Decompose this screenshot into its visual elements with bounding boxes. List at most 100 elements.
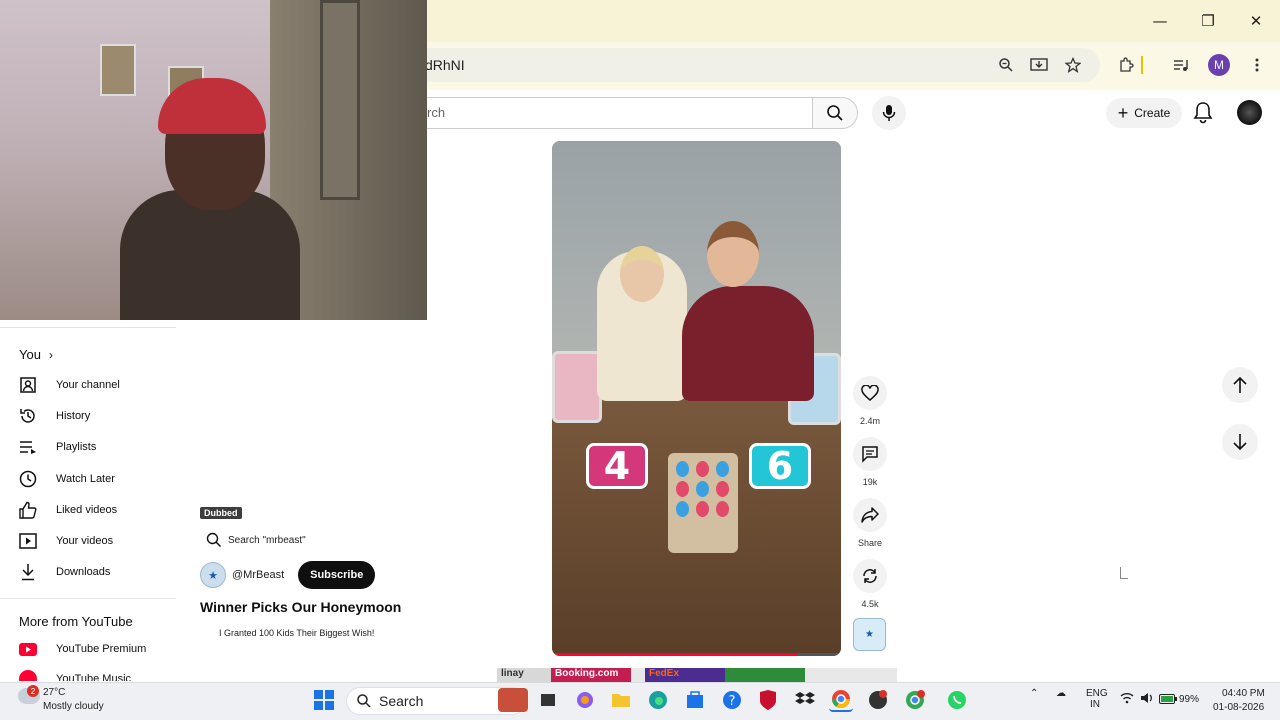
chrome-profile-icon[interactable] bbox=[903, 688, 927, 712]
sidebar-item-history[interactable]: History bbox=[0, 401, 176, 431]
channel-thumbnail[interactable]: ★ bbox=[853, 618, 886, 651]
onedrive-cloud-icon[interactable]: ☁ bbox=[1056, 688, 1066, 699]
address-bar[interactable] bbox=[380, 48, 1100, 82]
battery-icon[interactable] bbox=[1159, 694, 1177, 707]
previous-short-button[interactable] bbox=[1222, 367, 1258, 403]
sidebar-item-your-channel[interactable]: Your channel bbox=[0, 370, 176, 400]
video-person-man bbox=[682, 286, 814, 401]
restore-button[interactable]: ❐ bbox=[1194, 8, 1222, 34]
language-indicator[interactable]: ENG IN bbox=[1086, 688, 1108, 710]
create-button[interactable]: + Create bbox=[1106, 98, 1182, 128]
score-right: 6 bbox=[749, 443, 811, 489]
app-icon[interactable] bbox=[866, 688, 890, 712]
toolbar-divider bbox=[1141, 56, 1143, 74]
account-avatar[interactable] bbox=[1237, 100, 1262, 125]
clock-date[interactable]: 01-08-2026 bbox=[1213, 702, 1264, 713]
sidebar-divider bbox=[0, 327, 176, 328]
close-window-button[interactable]: ✕ bbox=[1242, 8, 1270, 34]
sidebar-you-heading[interactable]: You › bbox=[19, 347, 53, 362]
clock-time[interactable]: 04:40 PM bbox=[1222, 688, 1265, 699]
bookmark-star-icon[interactable] bbox=[1060, 52, 1086, 78]
file-explorer-icon[interactable] bbox=[609, 688, 633, 712]
weather-badge: 2 bbox=[27, 685, 39, 697]
sidebar-divider bbox=[0, 598, 176, 599]
store-icon[interactable] bbox=[683, 688, 707, 712]
sidebar-item-liked-videos[interactable]: Liked videos bbox=[0, 495, 176, 525]
sidebar-item-label: Your videos bbox=[56, 535, 114, 547]
next-short-preview[interactable]: linay Booking.com FedEx bbox=[497, 668, 897, 682]
sidebar-item-youtube-premium[interactable]: YouTube Premium bbox=[0, 634, 176, 664]
edge-icon[interactable] bbox=[646, 688, 670, 712]
egg bbox=[716, 501, 729, 517]
show-hidden-icons-chevron-icon[interactable]: ⌃ bbox=[1030, 688, 1038, 699]
comments-action[interactable]: 19k bbox=[852, 437, 888, 487]
weather-temperature[interactable]: 27°C bbox=[43, 687, 65, 698]
remix-action[interactable]: 4.5k bbox=[852, 559, 888, 609]
sidebar-item-label: YouTube Premium bbox=[56, 643, 147, 655]
comments-button[interactable] bbox=[853, 437, 887, 471]
profile-avatar[interactable]: M bbox=[1208, 54, 1230, 76]
webcam-poster bbox=[100, 44, 136, 96]
notifications-bell-icon[interactable] bbox=[1192, 100, 1214, 129]
subscribe-button[interactable]: Subscribe bbox=[298, 561, 376, 589]
share-action[interactable]: Share bbox=[852, 498, 888, 548]
search-suggestion-chip[interactable]: Search "mrbeast" bbox=[200, 529, 328, 551]
sidebar-item-your-videos[interactable]: Your videos bbox=[0, 526, 176, 556]
help-icon[interactable]: ? bbox=[720, 688, 744, 712]
egg bbox=[696, 461, 709, 477]
sidebar-item-downloads[interactable]: Downloads bbox=[0, 557, 176, 587]
search-icon bbox=[206, 532, 222, 548]
weather-condition[interactable]: Mostly cloudy bbox=[43, 701, 104, 712]
share-button[interactable] bbox=[853, 498, 887, 532]
search-button[interactable] bbox=[812, 97, 858, 129]
search-placeholder: rch bbox=[427, 105, 446, 120]
download-icon bbox=[18, 562, 38, 582]
language-code: ENG bbox=[1086, 688, 1108, 699]
windows-start-icon[interactable] bbox=[312, 688, 336, 712]
chrome-icon[interactable] bbox=[829, 688, 853, 712]
sidebar-item-youtube-music[interactable]: YouTube Music bbox=[0, 665, 176, 681]
channel-handle[interactable]: @MrBeast bbox=[232, 569, 284, 581]
plus-icon: + bbox=[1117, 103, 1129, 123]
search-icon bbox=[357, 694, 371, 708]
zoom-icon[interactable] bbox=[993, 52, 1019, 78]
copilot-icon[interactable] bbox=[573, 688, 597, 712]
pink-ball-basket bbox=[552, 351, 602, 423]
thumbs-up-icon bbox=[18, 500, 38, 520]
url-text[interactable]: dRhNI bbox=[425, 57, 465, 73]
task-view-icon[interactable] bbox=[536, 688, 560, 712]
sidebar-item-label: YouTube Music bbox=[56, 673, 132, 681]
search-icon bbox=[827, 105, 843, 121]
sidebar-item-playlists[interactable]: Playlists bbox=[0, 432, 176, 462]
next-short-button[interactable] bbox=[1222, 424, 1258, 460]
sidebar-item-label: Downloads bbox=[56, 566, 111, 578]
comment-count: 19k bbox=[862, 477, 878, 487]
extensions-icon[interactable] bbox=[1113, 52, 1139, 78]
egg bbox=[676, 501, 689, 517]
channel-avatar[interactable]: ★ bbox=[200, 562, 226, 588]
wifi-icon[interactable] bbox=[1120, 692, 1134, 707]
video-progress-bar[interactable] bbox=[552, 653, 841, 656]
egg bbox=[696, 501, 709, 517]
related-video-link[interactable]: I Granted 100 Kids Their Biggest Wish! bbox=[200, 626, 380, 640]
voice-search-button[interactable] bbox=[872, 96, 906, 130]
mcafee-icon[interactable] bbox=[756, 688, 780, 712]
like-button[interactable] bbox=[853, 376, 887, 410]
minimize-button[interactable]: — bbox=[1146, 8, 1174, 34]
sidebar-item-label: Playlists bbox=[56, 441, 97, 453]
remix-button[interactable] bbox=[853, 559, 887, 593]
whatsapp-icon[interactable] bbox=[945, 688, 969, 712]
youtube-music-icon bbox=[18, 669, 38, 681]
browser-menu-icon[interactable] bbox=[1244, 52, 1270, 78]
media-controls-icon[interactable] bbox=[1168, 52, 1194, 78]
volume-icon[interactable] bbox=[1140, 692, 1154, 707]
shoe-widget-icon[interactable] bbox=[498, 688, 528, 712]
egg bbox=[676, 481, 689, 497]
sidebar-more-heading: More from YouTube bbox=[19, 614, 133, 629]
create-label: Create bbox=[1134, 106, 1171, 120]
shorts-video-player[interactable]: 4 6 bbox=[552, 141, 841, 656]
like-action[interactable]: 2.4m bbox=[852, 376, 888, 426]
sidebar-item-watch-later[interactable]: Watch Later bbox=[0, 464, 176, 494]
dropbox-icon[interactable] bbox=[793, 688, 817, 712]
install-app-icon[interactable] bbox=[1026, 52, 1052, 78]
